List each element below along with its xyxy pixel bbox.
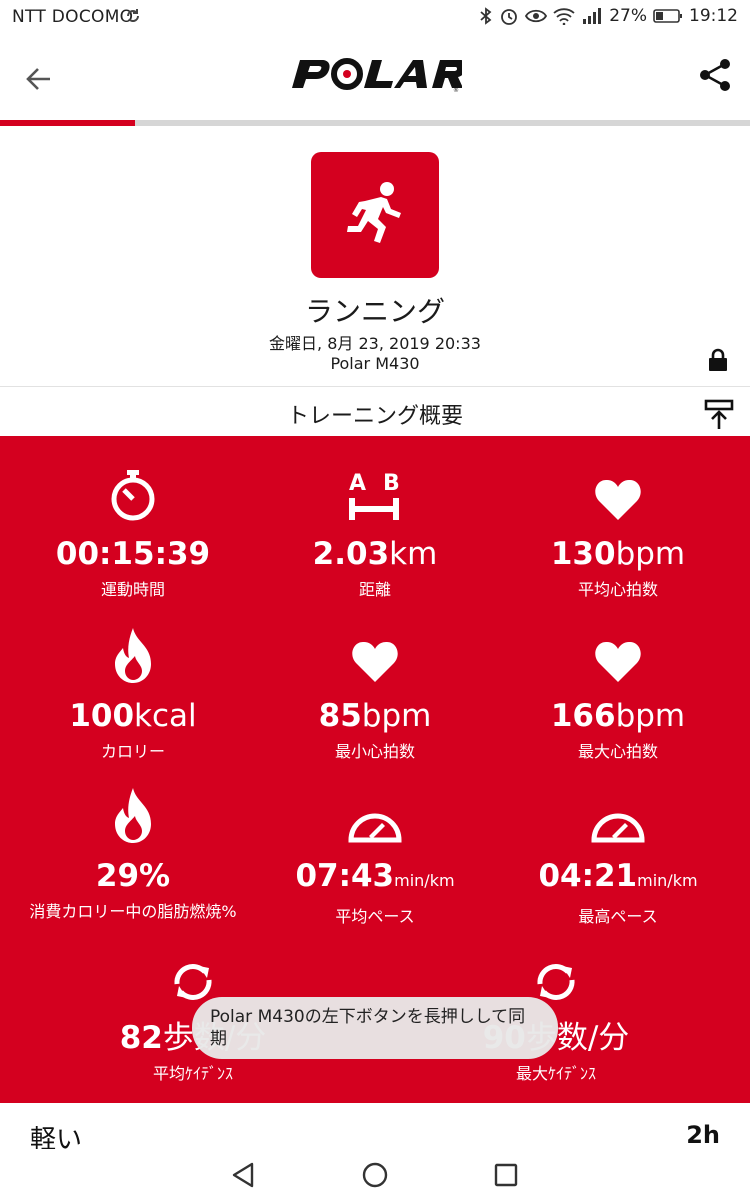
wifi-icon (553, 7, 575, 25)
duration-label: 運動時間 (100, 580, 165, 599)
speedometer-icon (591, 813, 645, 843)
min-hr-value: 85 (318, 698, 362, 734)
max-hr-label: 最大心拍数 (577, 742, 658, 761)
calories-label: カロリー (100, 742, 165, 761)
collapse-icon[interactable] (702, 397, 736, 431)
alarm-icon (499, 6, 519, 26)
min-hr-label: 最小心拍数 (334, 742, 415, 761)
stopwatch-icon (111, 470, 155, 521)
training-summary-title: トレーニング概要 (286, 404, 463, 429)
training-summary-header: トレーニング概要 (0, 386, 750, 436)
sync-icon (125, 8, 141, 29)
session-device: Polar M430 (330, 354, 420, 373)
stat-calories: 100kcal カロリー (8, 628, 258, 762)
speedometer-icon (348, 813, 402, 843)
fat-burn-label: 消費カロリー中の脂肪燃焼% (29, 902, 237, 921)
share-button[interactable] (692, 52, 738, 98)
avg-hr-unit: bpm (615, 536, 686, 572)
stat-max-pace: 04:21min/km 最高ペース (493, 788, 743, 927)
duration-value: 00:15:39 (55, 536, 211, 572)
stat-avg-hr: 130bpm 平均心拍数 (493, 466, 743, 600)
flame-icon (115, 788, 151, 843)
calories-unit: kcal (134, 698, 197, 734)
share-icon (700, 59, 730, 91)
avg-pace-unit: min/km (394, 871, 455, 890)
fat-burn-value: 29% (95, 858, 171, 894)
distance-ab-icon: AB (349, 471, 400, 520)
calories-value: 100 (69, 698, 135, 734)
stat-duration: 00:15:39 運動時間 (8, 466, 258, 600)
avg-pace-value: 07:43 (295, 858, 395, 894)
nav-home-icon[interactable] (359, 1159, 391, 1191)
heart-rate-zone-row[interactable]: 軽い 2h (0, 1103, 750, 1155)
zone-value: 2h (686, 1121, 720, 1149)
stat-avg-pace: 07:43min/km 平均ペース (250, 788, 500, 927)
bluetooth-icon (479, 6, 493, 26)
avg-hr-label: 平均心拍数 (577, 580, 658, 599)
back-button[interactable] (16, 56, 62, 102)
max-hr-unit: bpm (615, 698, 686, 734)
battery-icon (653, 8, 683, 24)
signal-icon (581, 7, 603, 25)
flame-icon (115, 628, 151, 683)
avg-cadence-value: 82 (119, 1020, 163, 1056)
heart-icon (595, 479, 641, 520)
lock-icon (709, 348, 727, 371)
clock-time: 19:12 (689, 6, 738, 26)
session-header: ランニング 金曜日, 8月 23, 2019 20:33 Polar M430 (0, 126, 750, 386)
svg-text:®: ® (453, 87, 459, 94)
battery-percent: 27% (609, 6, 647, 26)
max-hr-value: 166 (550, 698, 616, 734)
avg-cadence-label: 平均ｹｲﾃﾞﾝｽ (152, 1064, 233, 1083)
eye-comfort-icon (525, 8, 548, 24)
nav-back-icon[interactable] (228, 1159, 260, 1191)
max-pace-unit: min/km (637, 871, 698, 890)
carrier-name: NTT DOCOMO (12, 7, 134, 27)
status-bar: NTT DOCOMO 27% 19:12 (0, 0, 750, 34)
min-hr-unit: bpm (361, 698, 432, 734)
runner-icon (347, 182, 401, 243)
session-datetime: 金曜日, 8月 23, 2019 20:33 (269, 334, 481, 353)
app-bar: ® (0, 34, 750, 120)
distance-label: 距離 (358, 580, 391, 599)
avg-hr-value: 130 (550, 536, 616, 572)
avg-pace-label: 平均ペース (335, 907, 415, 926)
system-nav-bar (0, 1149, 750, 1200)
svg-text:A: A (349, 471, 366, 496)
back-arrow-icon (26, 68, 50, 90)
polar-logo: ® (292, 58, 462, 94)
heart-icon (352, 641, 398, 682)
max-cadence-label: 最大ｹｲﾃﾞﾝｽ (515, 1064, 596, 1083)
stat-max-hr: 166bpm 最大心拍数 (493, 628, 743, 762)
nav-recents-icon[interactable] (490, 1159, 522, 1191)
svg-text:B: B (383, 471, 400, 496)
sport-name: ランニング (304, 295, 445, 328)
sport-tile (311, 152, 439, 278)
max-pace-label: 最高ペース (578, 907, 658, 926)
distance-unit: km (389, 536, 438, 572)
max-pace-value: 04:21 (538, 858, 638, 894)
stat-distance: AB 2.03km 距離 (250, 466, 500, 600)
distance-value: 2.03 (312, 536, 390, 572)
sync-toast: Polar M430の左下ボタンを長押しして同期 (192, 997, 558, 1059)
stat-fat-burn: 29% 消費カロリー中の脂肪燃焼% (8, 788, 258, 922)
stat-min-hr: 85bpm 最小心拍数 (250, 628, 500, 762)
heart-icon (595, 641, 641, 682)
